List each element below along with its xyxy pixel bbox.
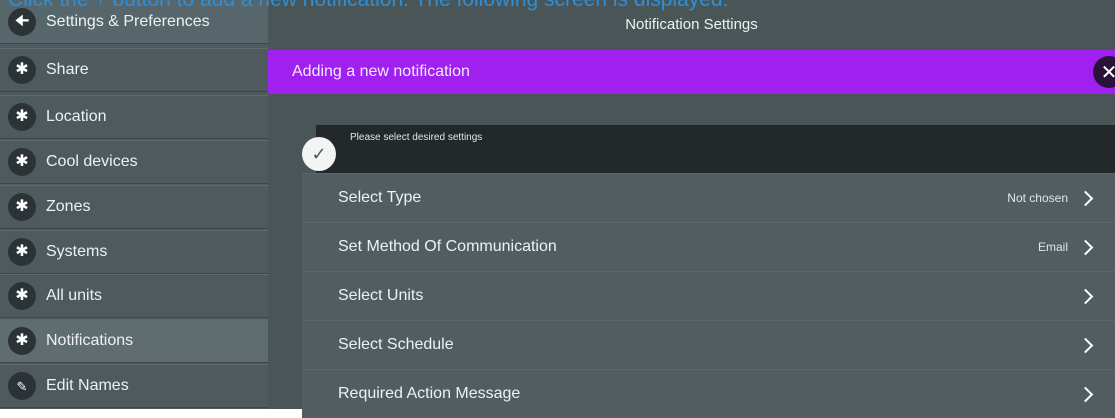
chevron-right-icon bbox=[1077, 386, 1094, 402]
sidebar-item-all-units[interactable]: ✱ All units bbox=[0, 274, 268, 318]
row-label: Required Action Message bbox=[338, 385, 521, 402]
row-value: Email bbox=[1037, 240, 1068, 254]
asterisk-icon: ✱ bbox=[8, 56, 36, 84]
sidebar-item-label: Cool devices bbox=[46, 153, 138, 170]
sidebar-item-label: Location bbox=[46, 108, 107, 125]
row-label: Select Type bbox=[338, 189, 422, 206]
sidebar-item-label: Edit Names bbox=[46, 377, 129, 394]
pencil-icon: ✎ bbox=[8, 372, 36, 400]
row-required-action-message[interactable]: Required Action Message bbox=[302, 369, 1115, 418]
app-window: 🠈 Settings & Preferences ✱ Share ✱ Locat… bbox=[0, 0, 1115, 418]
prompt-text: Please select desired settings bbox=[350, 132, 483, 143]
asterisk-icon: ✱ bbox=[8, 327, 36, 355]
row-label: Select Units bbox=[338, 287, 424, 304]
sidebar-item-zones[interactable]: ✱ Zones bbox=[0, 185, 268, 229]
sidebar-item-label: Notifications bbox=[46, 332, 134, 349]
asterisk-icon: ✱ bbox=[8, 282, 36, 310]
row-label: Set Method Of Communication bbox=[338, 238, 557, 255]
sidebar-item-location[interactable]: ✱ Location bbox=[0, 95, 268, 139]
chevron-right-icon bbox=[1077, 337, 1094, 353]
new-notification-banner: Adding a new notification ✕ bbox=[268, 50, 1115, 94]
sidebar-item-systems[interactable]: ✱ Systems bbox=[0, 230, 268, 274]
asterisk-icon: ✱ bbox=[8, 238, 36, 266]
row-label: Select Schedule bbox=[338, 336, 454, 353]
sidebar-item-cool-devices[interactable]: ✱ Cool devices bbox=[0, 140, 268, 184]
page-title: Notification Settings bbox=[625, 15, 758, 33]
banner-text: Adding a new notification bbox=[292, 63, 470, 80]
asterisk-icon: ✱ bbox=[8, 148, 36, 176]
sidebar-item-edit-names[interactable]: ✎ Edit Names bbox=[0, 364, 268, 408]
check-icon: ✓ bbox=[302, 137, 336, 171]
row-method-of-communication[interactable]: Set Method Of Communication Email bbox=[302, 222, 1115, 271]
row-select-units[interactable]: Select Units bbox=[302, 271, 1115, 320]
main-panel: Notification Settings Adding a new notif… bbox=[268, 0, 1115, 418]
chevron-right-icon bbox=[1077, 190, 1094, 206]
prompt-box: Please select desired settings bbox=[316, 125, 1115, 173]
sidebar-header-label: Settings & Preferences bbox=[46, 12, 210, 30]
chevron-right-icon bbox=[1077, 239, 1094, 255]
close-icon[interactable]: ✕ bbox=[1093, 56, 1115, 88]
row-value: Not chosen bbox=[1007, 191, 1068, 205]
sidebar-item-label: Zones bbox=[46, 198, 91, 215]
sidebar-item-notifications[interactable]: ✱ Notifications bbox=[0, 319, 268, 363]
sidebar: 🠈 Settings & Preferences ✱ Share ✱ Locat… bbox=[0, 0, 268, 409]
settings-panel: Please select desired settings ✓ Select … bbox=[302, 125, 1115, 418]
asterisk-icon: ✱ bbox=[8, 103, 36, 131]
sidebar-item-label: Share bbox=[46, 61, 89, 78]
asterisk-icon: ✱ bbox=[8, 193, 36, 221]
instruction-caption: Click the + button to add a new notifica… bbox=[8, 0, 728, 12]
chevron-right-icon bbox=[1077, 288, 1094, 304]
sidebar-item-label: Systems bbox=[46, 243, 108, 260]
sidebar-item-share[interactable]: ✱ Share bbox=[0, 48, 268, 92]
sidebar-item-label: All units bbox=[46, 287, 103, 304]
row-select-schedule[interactable]: Select Schedule bbox=[302, 320, 1115, 369]
row-select-type[interactable]: Select Type Not chosen bbox=[302, 173, 1115, 222]
